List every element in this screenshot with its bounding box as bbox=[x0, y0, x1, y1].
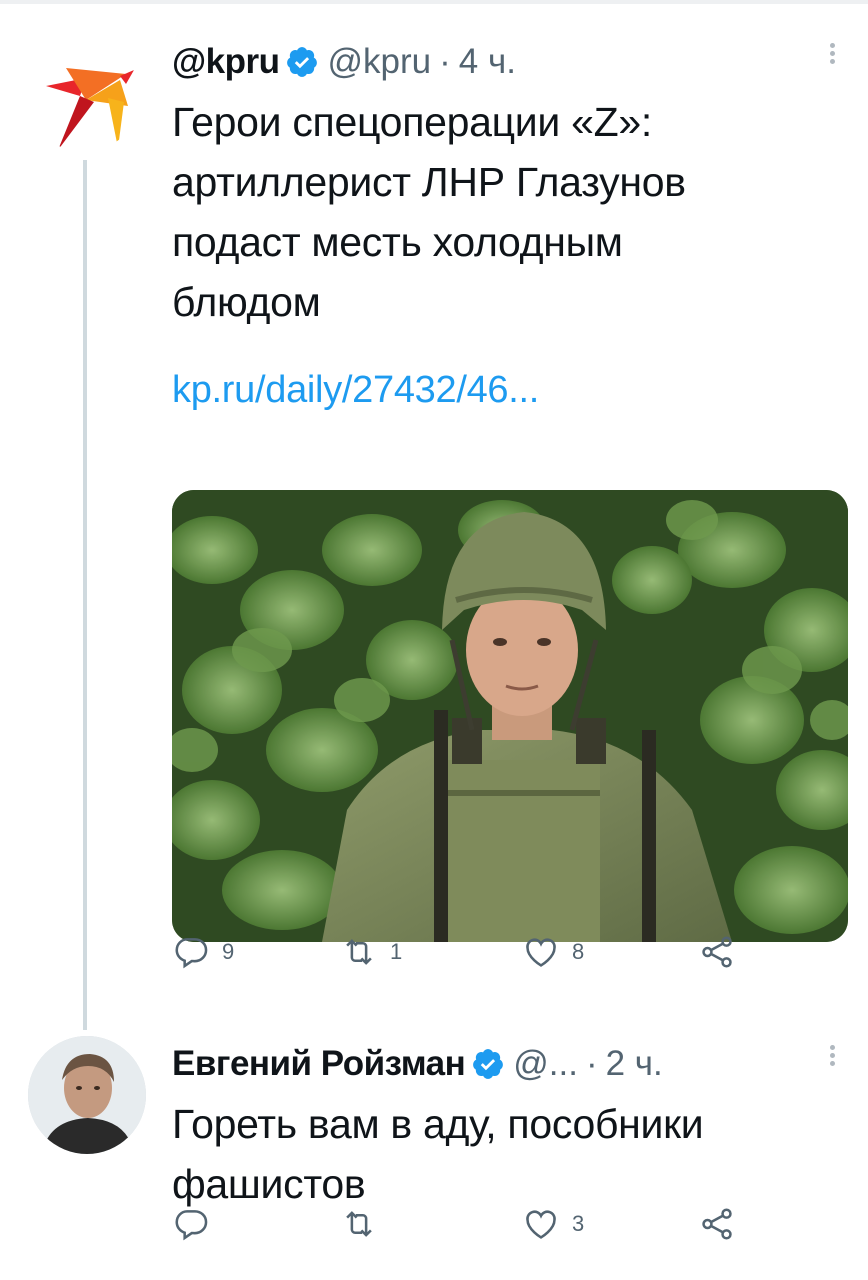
avatar[interactable] bbox=[28, 40, 140, 152]
article-link[interactable]: kp.ru/daily/27432/46... bbox=[172, 362, 838, 418]
verified-badge-icon bbox=[473, 1049, 504, 1079]
timestamp[interactable]: 2 ч. bbox=[606, 1044, 663, 1084]
retweet-count: 1 bbox=[390, 939, 403, 964]
retweet-button[interactable]: 1 bbox=[340, 933, 402, 971]
like-count: 8 bbox=[572, 939, 585, 964]
share-icon bbox=[702, 936, 732, 968]
more-options-icon[interactable] bbox=[826, 40, 838, 76]
like-button[interactable]: 3 bbox=[522, 1205, 584, 1243]
display-name[interactable]: @kpru bbox=[172, 42, 280, 82]
tweet-media-photo[interactable] bbox=[172, 490, 848, 942]
top-divider bbox=[0, 0, 868, 4]
retweet-button[interactable] bbox=[340, 1205, 390, 1243]
separator-dot: · bbox=[585, 1044, 598, 1083]
tweet-content: Евгений Ройзман @... · 2 ч. Гореть вам в… bbox=[172, 1036, 838, 1241]
heart-icon bbox=[526, 938, 556, 967]
tweet-text-line: подаст месть холодным bbox=[172, 219, 623, 265]
tweet-text-line: Гореть вам в аду, пособники bbox=[172, 1101, 704, 1147]
share-button[interactable] bbox=[698, 933, 736, 971]
handle[interactable]: @kpru bbox=[327, 42, 431, 82]
tweet-header: Евгений Ройзман @... · 2 ч. bbox=[172, 1036, 838, 1092]
tweet-text: Герои спецоперации «Z»: артиллерист ЛНР … bbox=[172, 92, 838, 332]
tweet-text-line: блюдом bbox=[172, 279, 321, 325]
timestamp[interactable]: 4 ч. bbox=[459, 42, 516, 82]
handle[interactable]: @... bbox=[513, 1044, 578, 1084]
tweet-content: @kpru @kpru · 4 ч. Герои спецоперации «Z… bbox=[172, 34, 848, 969]
verified-badge-icon bbox=[287, 47, 318, 77]
thread-line bbox=[83, 160, 87, 1030]
tweet-text: Гореть вам в аду, пособники фашистов bbox=[172, 1094, 838, 1214]
reply-icon bbox=[175, 1210, 208, 1241]
more-options-icon[interactable] bbox=[826, 1042, 838, 1078]
user-avatar bbox=[28, 1036, 146, 1154]
retweet-icon bbox=[346, 1211, 372, 1237]
separator-dot: · bbox=[439, 42, 451, 81]
share-icon bbox=[702, 1208, 732, 1240]
like-count: 3 bbox=[572, 1211, 585, 1236]
tweet-reply[interactable]: Евгений Ройзман @... · 2 ч. Гореть вам в… bbox=[0, 1030, 868, 1280]
reply-icon bbox=[175, 938, 208, 969]
tweet-text-line: артиллерист ЛНР Глазунов bbox=[172, 159, 686, 205]
reply-count: 9 bbox=[222, 939, 235, 964]
tweet-header: @kpru @kpru · 4 ч. bbox=[172, 34, 838, 90]
display-name[interactable]: Евгений Ройзман bbox=[172, 1044, 466, 1084]
like-button[interactable]: 8 bbox=[522, 933, 584, 971]
reply-button[interactable]: 9 bbox=[172, 933, 234, 971]
kp-bird-logo-icon bbox=[46, 68, 134, 150]
avatar[interactable] bbox=[28, 1036, 146, 1154]
tweet-text-line: фашистов bbox=[172, 1161, 366, 1207]
retweet-icon bbox=[346, 939, 372, 965]
soldier-photo bbox=[172, 490, 848, 942]
reply-button[interactable] bbox=[172, 1205, 222, 1243]
heart-icon bbox=[526, 1210, 556, 1239]
tweet-kpru[interactable]: @kpru @kpru · 4 ч. Герои спецоперации «Z… bbox=[0, 20, 868, 1030]
tweet-text-line: Герои спецоперации «Z»: bbox=[172, 99, 652, 145]
share-button[interactable] bbox=[698, 1205, 736, 1243]
